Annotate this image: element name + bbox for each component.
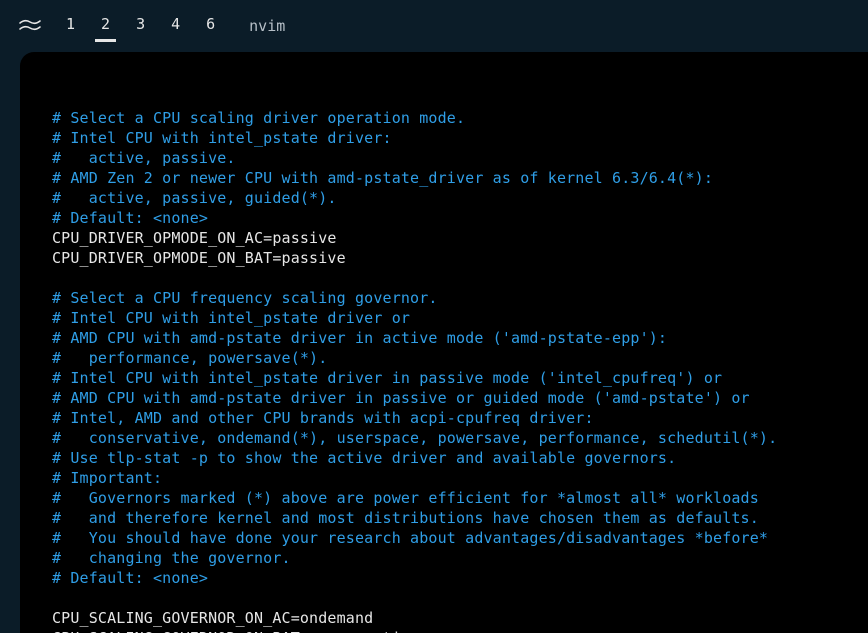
tab-1[interactable]: 1 (60, 10, 81, 42)
tab-3[interactable]: 3 (130, 10, 151, 42)
editor-line: # and therefore kernel and most distribu… (52, 508, 836, 528)
editor-line: CPU_SCALING_GOVERNOR_ON_AC=ondemand (52, 608, 836, 628)
editor-line: # Intel, AMD and other CPU brands with a… (52, 408, 836, 428)
tab-2[interactable]: 2 (95, 10, 116, 42)
editor-line: # Governors marked (*) above are power e… (52, 488, 836, 508)
editor-line: CPU_DRIVER_OPMODE_ON_BAT=passive (52, 248, 836, 268)
editor-line: # active, passive. (52, 148, 836, 168)
editor-line: # Select a CPU frequency scaling governo… (52, 288, 836, 308)
editor-line: # Intel CPU with intel_pstate driver or (52, 308, 836, 328)
editor-line: # conservative, ondemand(*), userspace, … (52, 428, 836, 448)
editor-line: # Intel CPU with intel_pstate driver in … (52, 368, 836, 388)
editor-line: # You should have done your research abo… (52, 528, 836, 548)
tab-bar: 1 2 3 4 6 nvim (0, 0, 868, 42)
tab-6[interactable]: 6 (200, 10, 221, 42)
editor-line: # performance, powersave(*). (52, 348, 836, 368)
editor-line (52, 268, 836, 288)
editor-line (52, 88, 836, 108)
tab-4[interactable]: 4 (165, 10, 186, 42)
editor-line: # Use tlp-stat -p to show the active dri… (52, 448, 836, 468)
editor-line: # Important: (52, 468, 836, 488)
app-logo-icon (18, 17, 46, 35)
app-title: nvim (249, 16, 285, 36)
editor-line (52, 588, 836, 608)
editor-line: CPU_SCALING_GOVERNOR_ON_BAT=conservative (52, 628, 836, 633)
editor-viewport[interactable]: # Select a CPU scaling driver operation … (20, 52, 868, 633)
editor-line: # AMD CPU with amd-pstate driver in acti… (52, 328, 836, 348)
editor-line: CPU_DRIVER_OPMODE_ON_AC=passive (52, 228, 836, 248)
editor-line: # AMD Zen 2 or newer CPU with amd-pstate… (52, 168, 836, 188)
editor-line: # changing the governor. (52, 548, 836, 568)
editor-line: # Select a CPU scaling driver operation … (52, 108, 836, 128)
editor-line: # Default: <none> (52, 208, 836, 228)
editor-line: # Default: <none> (52, 568, 836, 588)
editor-line: # active, passive, guided(*). (52, 188, 836, 208)
editor-line: # AMD CPU with amd-pstate driver in pass… (52, 388, 836, 408)
editor-content: # Select a CPU scaling driver operation … (20, 52, 868, 633)
editor-line: # Intel CPU with intel_pstate driver: (52, 128, 836, 148)
